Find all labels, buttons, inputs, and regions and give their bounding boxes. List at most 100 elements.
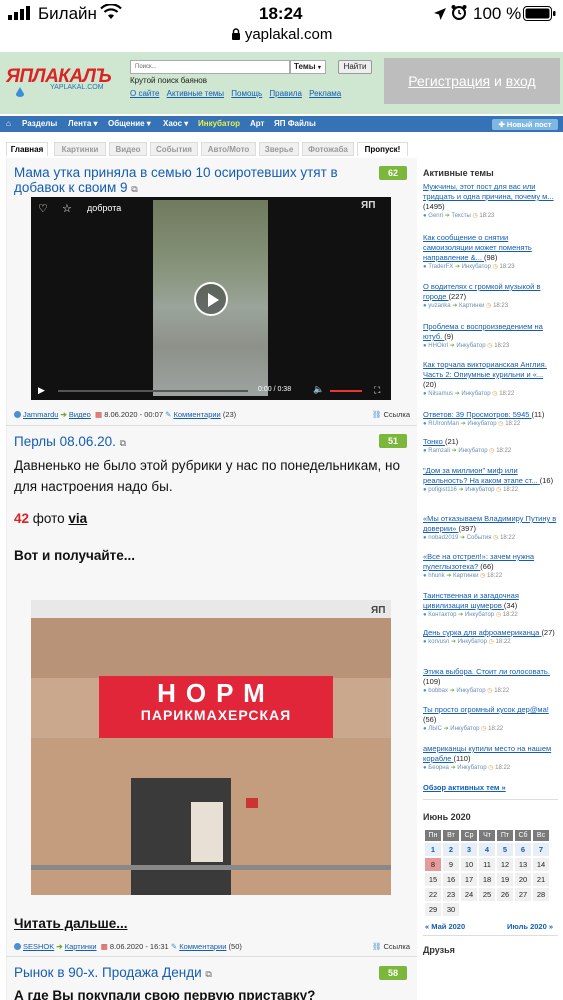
active-topic-user[interactable]: hhurik bbox=[428, 573, 444, 579]
video-progress[interactable] bbox=[58, 390, 248, 392]
active-topic-section[interactable]: Инкубатор bbox=[462, 264, 491, 270]
nav-chaos[interactable]: Хаос ▾ bbox=[163, 119, 188, 128]
nav-sections[interactable]: Разделы bbox=[22, 119, 57, 128]
section-link[interactable]: Видео bbox=[69, 410, 91, 419]
post-title[interactable]: Мама утка приняла в семью 10 осиротевших… bbox=[14, 165, 370, 197]
search-scope-select[interactable]: Темы ▾ bbox=[290, 60, 326, 74]
play-icon[interactable] bbox=[194, 282, 228, 316]
active-topic-section[interactable]: Картинки bbox=[453, 573, 478, 579]
section-link[interactable]: Картинки bbox=[65, 942, 97, 951]
active-topic-user[interactable]: bobbax bbox=[428, 688, 448, 694]
active-topic-title[interactable]: Ответов: 39 Просмотров: 5945 (11) bbox=[423, 410, 558, 420]
calendar-day[interactable]: 4 bbox=[479, 843, 495, 856]
link-ads[interactable]: Реклама bbox=[309, 89, 341, 98]
active-topic-section[interactable]: Инкубатор bbox=[465, 612, 494, 618]
active-topics-overview-link[interactable]: Обзор активных тем » bbox=[423, 783, 506, 792]
play-small-icon[interactable]: ▶ bbox=[38, 385, 45, 396]
calendar-day[interactable]: 5 bbox=[497, 843, 513, 856]
active-topic-section[interactable]: События bbox=[467, 535, 492, 541]
link-help[interactable]: Помощь bbox=[231, 89, 262, 98]
active-topic-title[interactable]: Этика выбора. Стоит ли голосовать. (109) bbox=[423, 667, 558, 687]
tab-animals[interactable]: Зверье bbox=[259, 142, 299, 156]
active-topic-title[interactable]: Тонко (21) bbox=[423, 437, 558, 447]
nav-social[interactable]: Общение ▾ bbox=[108, 119, 151, 128]
calendar-day[interactable]: 7 bbox=[533, 843, 549, 856]
active-topic-title[interactable]: Таинственная и загадочная цивилизация шу… bbox=[423, 591, 558, 611]
volume-slider[interactable] bbox=[330, 390, 362, 392]
fullscreen-icon[interactable]: ⛶ bbox=[374, 385, 380, 396]
via-link[interactable]: via bbox=[68, 511, 87, 526]
active-topic-title[interactable]: Как сообщение о снятии самоизоляции може… bbox=[423, 233, 558, 263]
volume-icon[interactable]: 🔈 bbox=[313, 384, 324, 395]
tab-pictures[interactable]: Картинки bbox=[54, 142, 106, 156]
comments-link[interactable]: Комментарии bbox=[174, 410, 221, 419]
active-topic-user[interactable]: Ramzali bbox=[428, 448, 450, 454]
active-topic-section[interactable]: Тексты bbox=[451, 213, 470, 219]
comments-link[interactable]: Комментарии bbox=[179, 942, 226, 951]
tab-skip[interactable]: Пропуск! bbox=[357, 142, 408, 156]
nav-incubator[interactable]: Инкубатор bbox=[198, 119, 240, 128]
active-topic-user[interactable]: ЛЫС bbox=[428, 726, 442, 732]
active-topic-user[interactable]: pofigist116 bbox=[428, 487, 457, 493]
tab-main[interactable]: Главная bbox=[6, 142, 48, 156]
search-input[interactable]: Поиск... bbox=[130, 60, 290, 74]
permalink[interactable]: ⛓ Ссылка bbox=[372, 410, 410, 419]
active-topic-title[interactable]: Ты просто огромный кусок дер@ма! (56) bbox=[423, 705, 558, 725]
active-topic-section[interactable]: Инкубатор bbox=[456, 688, 485, 694]
new-post-button[interactable]: ✚ Новый пост bbox=[492, 119, 558, 130]
copy-icon[interactable]: ⧉ bbox=[205, 969, 211, 979]
active-topic-title[interactable]: О водителях с громкой музыкой в городе (… bbox=[423, 282, 558, 302]
active-topic-user[interactable]: korvusn bbox=[428, 639, 449, 645]
active-topic-section[interactable]: Инкубатор bbox=[465, 487, 494, 493]
author-link[interactable]: SESHOK bbox=[23, 942, 54, 951]
active-topic-user[interactable]: TraderFX bbox=[428, 264, 453, 270]
link-rules[interactable]: Правила bbox=[269, 89, 301, 98]
tab-photoshop[interactable]: Фотожаба bbox=[302, 142, 354, 156]
address-bar[interactable]: yaplakal.com bbox=[0, 26, 563, 48]
login-link[interactable]: вход bbox=[506, 73, 536, 89]
register-link[interactable]: Регистрация bbox=[408, 73, 490, 89]
active-topic-section[interactable]: Инкубатор bbox=[457, 765, 486, 771]
copy-icon[interactable]: ⧉ bbox=[120, 438, 126, 448]
tab-events[interactable]: События bbox=[150, 142, 198, 156]
active-topic-user[interactable]: nobad2019 bbox=[428, 535, 458, 541]
calendar-next[interactable]: Июль 2020 » bbox=[507, 922, 553, 931]
active-topic-user[interactable]: Беорна bbox=[428, 765, 449, 771]
nav-art[interactable]: Арт bbox=[250, 119, 264, 128]
active-topic-user[interactable]: HHOkrl bbox=[428, 343, 448, 349]
calendar-day[interactable]: 6 bbox=[515, 843, 531, 856]
heart-icon[interactable]: ♡ bbox=[38, 202, 48, 215]
post-title[interactable]: Рынок в 90-х. Продажа Денди ⧉ bbox=[14, 965, 370, 982]
home-icon[interactable]: ⌂ bbox=[6, 119, 11, 128]
active-topic-user[interactable]: RUIronMan bbox=[428, 421, 459, 427]
active-topic-user[interactable]: yuzanka bbox=[428, 303, 450, 309]
link-active-topics[interactable]: Активные темы bbox=[167, 89, 224, 98]
permalink[interactable]: ⛓ Ссылка bbox=[372, 942, 410, 951]
calendar-day[interactable]: 2 bbox=[443, 843, 459, 856]
active-topic-section[interactable]: Инкубатор bbox=[450, 726, 479, 732]
link-about[interactable]: О сайте bbox=[130, 89, 159, 98]
active-topic-section[interactable]: Инкубатор bbox=[458, 639, 487, 645]
active-topic-title[interactable]: "Дом за миллион" миф или реальность? На … bbox=[423, 466, 558, 486]
tab-video[interactable]: Видео bbox=[109, 142, 147, 156]
tab-auto[interactable]: Авто/Мото bbox=[201, 142, 256, 156]
active-topic-title[interactable]: «Мы отказываем Владимиру Путину в довери… bbox=[423, 514, 558, 534]
active-topic-title[interactable]: американцы купили место на нашем корабле… bbox=[423, 744, 558, 764]
search-button[interactable]: Найти bbox=[338, 60, 372, 74]
active-topic-section[interactable]: Картинки bbox=[459, 303, 484, 309]
calendar-day[interactable]: 1 bbox=[425, 843, 441, 856]
nav-files[interactable]: ЯП Файлы bbox=[274, 119, 316, 128]
active-topic-section[interactable]: Инкубатор bbox=[461, 391, 490, 397]
read-more-link[interactable]: Читать дальше... bbox=[14, 913, 128, 934]
nav-feed[interactable]: Лента ▾ bbox=[68, 119, 98, 128]
author-link[interactable]: Jammardu bbox=[23, 410, 58, 419]
active-topic-title[interactable]: День сурка для афроамериканца (27) bbox=[423, 628, 558, 638]
active-topic-user[interactable]: Nilsamus bbox=[428, 391, 453, 397]
site-logo[interactable]: ЯПЛАКАЛЪ YAPLAKAL.COM bbox=[6, 66, 121, 100]
calendar-prev[interactable]: « Май 2020 bbox=[425, 922, 465, 931]
star-icon[interactable]: ☆ bbox=[62, 202, 72, 215]
post-photo[interactable]: ЯП НОРМ ПАРИКМАХЕРСКАЯ bbox=[31, 600, 391, 895]
active-topic-title[interactable]: Как торчала викторианская Англия. Часть … bbox=[423, 360, 558, 390]
active-topic-user[interactable]: Genri bbox=[428, 213, 443, 219]
active-topic-section[interactable]: Инкубатор bbox=[458, 448, 487, 454]
